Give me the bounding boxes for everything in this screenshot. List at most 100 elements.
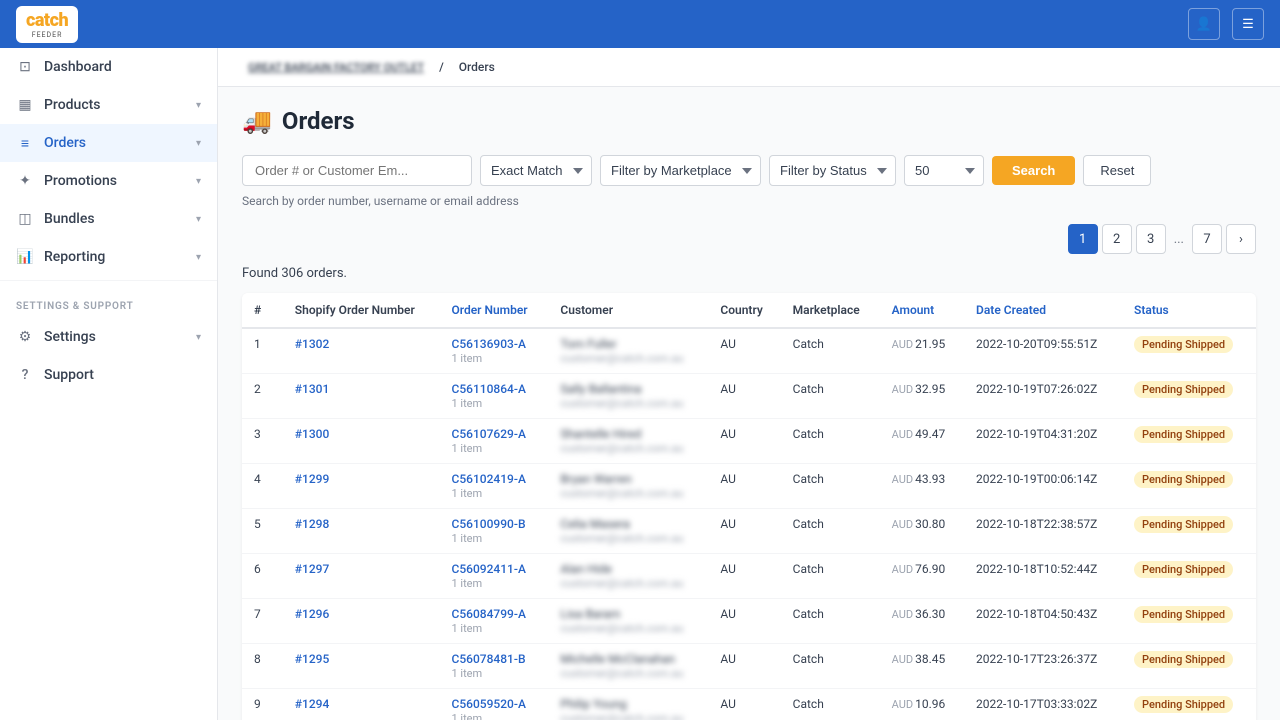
- support-icon: ?: [16, 366, 34, 384]
- reset-button[interactable]: Reset: [1083, 155, 1151, 186]
- row-amount: AUD30.80: [880, 509, 964, 554]
- per-page-select[interactable]: 50 25 100: [904, 155, 984, 186]
- row-customer: Lisa Baram customer@catch.com.au: [548, 599, 708, 644]
- sidebar-item-dashboard[interactable]: ⊡ Dashboard: [0, 48, 217, 86]
- col-marketplace: Marketplace: [781, 293, 880, 328]
- settings-icon: ⚙: [16, 328, 34, 346]
- row-amount: AUD32.95: [880, 374, 964, 419]
- chevron-down-icon: ▾: [196, 332, 201, 343]
- reporting-icon: 📊: [16, 248, 34, 266]
- match-type-select[interactable]: Exact Match Contains: [480, 155, 592, 186]
- sidebar-item-promotions[interactable]: ✦ Promotions ▾: [0, 162, 217, 200]
- filter-bar: Exact Match Contains Filter by Marketpla…: [242, 155, 1256, 186]
- order-number-link[interactable]: C56100990-B: [451, 517, 525, 531]
- layout: ⊡ Dashboard ▦ Products ▾ ≡ Orders ▾ ✦ Pr…: [0, 48, 1280, 720]
- col-amount: Amount: [880, 293, 964, 328]
- sidebar-item-reporting[interactable]: 📊 Reporting ▾: [0, 238, 217, 276]
- row-marketplace: Catch: [781, 419, 880, 464]
- shopify-order-link[interactable]: #1296: [295, 607, 330, 621]
- row-status: Pending Shipped: [1122, 644, 1256, 689]
- item-count: 1 item: [451, 577, 482, 590]
- shopify-order-link[interactable]: #1299: [295, 472, 330, 486]
- top-bar-right: 👤 ☰: [1188, 8, 1264, 40]
- customer-email: customer@catch.com.au: [560, 442, 683, 455]
- customer-name: Philip Young: [560, 697, 626, 711]
- col-date-created: Date Created: [964, 293, 1122, 328]
- status-badge: Pending Shipped: [1134, 606, 1233, 623]
- page-3-button[interactable]: 3: [1136, 224, 1166, 254]
- row-num: 4: [242, 464, 283, 509]
- page-1-button[interactable]: 1: [1068, 224, 1098, 254]
- shopify-order-link[interactable]: #1297: [295, 562, 330, 576]
- row-num: 5: [242, 509, 283, 554]
- customer-name: Tom Fuller: [560, 337, 616, 351]
- item-count: 1 item: [451, 667, 482, 680]
- sidebar-item-settings[interactable]: ⚙ Settings ▾: [0, 318, 217, 356]
- row-num: 8: [242, 644, 283, 689]
- item-count: 1 item: [451, 442, 482, 455]
- sidebar-item-products[interactable]: ▦ Products ▾: [0, 86, 217, 124]
- sidebar-item-label: Dashboard: [44, 59, 112, 75]
- sidebar-divider: [0, 280, 217, 281]
- row-country: AU: [708, 599, 780, 644]
- logo: catch FEEDER: [16, 6, 78, 43]
- row-order-num: C56110864-A 1 item: [439, 374, 548, 419]
- row-num: 9: [242, 689, 283, 720]
- order-number-link[interactable]: C56092411-A: [451, 562, 525, 576]
- item-count: 1 item: [451, 532, 482, 545]
- table-row: 7 #1296 C56084799-A 1 item Lisa Baram cu…: [242, 599, 1256, 644]
- table-row: 6 #1297 C56092411-A 1 item Alan Hide cus…: [242, 554, 1256, 599]
- customer-email: customer@catch.com.au: [560, 532, 683, 545]
- order-number-link[interactable]: C56102419-A: [451, 472, 525, 486]
- col-shopify-order: Shopify Order Number: [283, 293, 440, 328]
- item-count: 1 item: [451, 397, 482, 410]
- row-shopify: #1302: [283, 328, 440, 374]
- pagination-top: 1 2 3 ... 7 ›: [242, 224, 1256, 254]
- row-amount: AUD49.47: [880, 419, 964, 464]
- order-number-link[interactable]: C56078481-B: [451, 652, 525, 666]
- order-number-link[interactable]: C56059520-A: [451, 697, 525, 711]
- sidebar-item-bundles[interactable]: ◫ Bundles ▾: [0, 200, 217, 238]
- item-count: 1 item: [451, 712, 482, 720]
- order-number-link[interactable]: C56107629-A: [451, 427, 525, 441]
- shopify-order-link[interactable]: #1295: [295, 652, 330, 666]
- shopify-order-link[interactable]: #1298: [295, 517, 330, 531]
- user-icon[interactable]: 👤: [1188, 8, 1220, 40]
- amount-currency: AUD: [892, 383, 913, 396]
- amount-currency: AUD: [892, 698, 913, 711]
- shopify-order-link[interactable]: #1294: [295, 697, 330, 711]
- sidebar-item-orders[interactable]: ≡ Orders ▾: [0, 124, 217, 162]
- status-select[interactable]: Filter by Status: [769, 155, 896, 186]
- status-badge: Pending Shipped: [1134, 696, 1233, 713]
- search-button[interactable]: Search: [992, 156, 1075, 185]
- order-number-link[interactable]: C56110864-A: [451, 382, 525, 396]
- row-marketplace: Catch: [781, 689, 880, 720]
- row-order-num: C56100990-B 1 item: [439, 509, 548, 554]
- sidebar-item-support[interactable]: ? Support: [0, 356, 217, 394]
- page-7-button[interactable]: 7: [1192, 224, 1222, 254]
- row-status: Pending Shipped: [1122, 328, 1256, 374]
- row-country: AU: [708, 464, 780, 509]
- order-number-link[interactable]: C56084799-A: [451, 607, 525, 621]
- customer-name: Sally Ballantina: [560, 382, 641, 396]
- item-count: 1 item: [451, 622, 482, 635]
- row-country: AU: [708, 689, 780, 720]
- col-status: Status: [1122, 293, 1256, 328]
- menu-icon[interactable]: ☰: [1232, 8, 1264, 40]
- status-badge: Pending Shipped: [1134, 336, 1233, 353]
- row-order-num: C56092411-A 1 item: [439, 554, 548, 599]
- next-page-button[interactable]: ›: [1226, 224, 1256, 254]
- shopify-order-link[interactable]: #1302: [295, 337, 330, 351]
- page-2-button[interactable]: 2: [1102, 224, 1132, 254]
- order-number-link[interactable]: C56136903-A: [451, 337, 525, 351]
- search-input[interactable]: [242, 155, 472, 186]
- status-badge: Pending Shipped: [1134, 561, 1233, 578]
- shopify-order-link[interactable]: #1300: [295, 427, 330, 441]
- customer-email: customer@catch.com.au: [560, 577, 683, 590]
- table-row: 8 #1295 C56078481-B 1 item Michelle McCl…: [242, 644, 1256, 689]
- row-customer: Shantelle Hired customer@catch.com.au: [548, 419, 708, 464]
- page-dots: ...: [1170, 232, 1188, 247]
- chevron-down-icon: ▾: [196, 214, 201, 225]
- marketplace-select[interactable]: Filter by Marketplace: [600, 155, 761, 186]
- shopify-order-link[interactable]: #1301: [295, 382, 330, 396]
